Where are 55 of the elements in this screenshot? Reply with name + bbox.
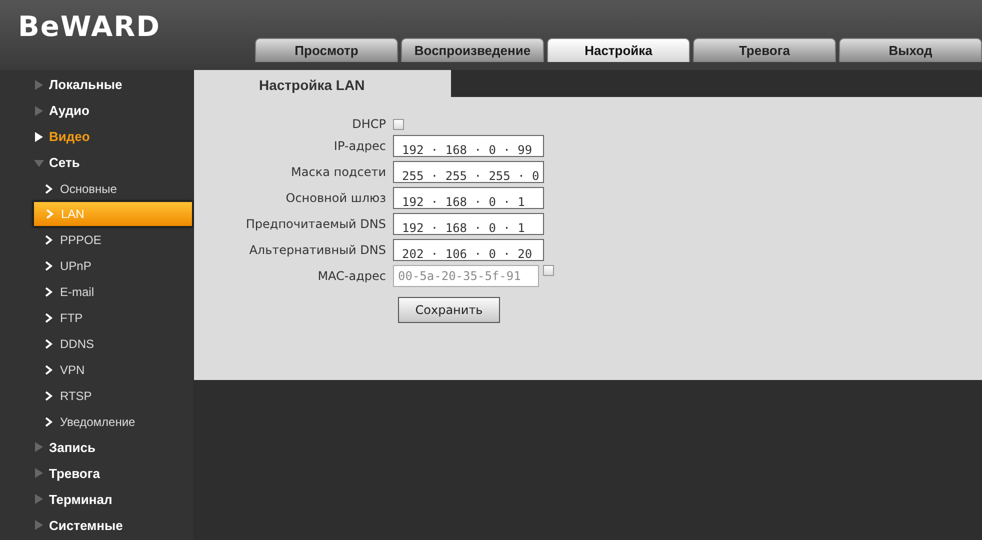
sidebar-subitem[interactable]: RTSP	[33, 382, 193, 409]
triangle-right-icon	[33, 441, 45, 454]
chevron-right-icon	[44, 287, 53, 298]
sidebar-subitem[interactable]: PPPOE	[33, 227, 193, 254]
ip-address-field[interactable]: 192 · 168 · 0 · 1	[393, 187, 544, 209]
field-label: Альтернативный DNS	[249, 243, 386, 257]
sidebar-item[interactable]: Сеть	[0, 150, 193, 176]
chevron-right-icon	[44, 416, 53, 427]
triangle-right-icon	[33, 467, 45, 480]
chevron-right-icon	[44, 312, 53, 323]
nav-tab[interactable]: Выход	[839, 38, 982, 62]
sidebar-subitem[interactable]: Уведомление	[33, 408, 193, 434]
chevron-right-icon	[44, 261, 53, 272]
panel-title: Настройка LAN	[194, 70, 451, 97]
field-label: Предпочитаемый DNS	[246, 217, 386, 231]
triangle-right-icon	[33, 104, 45, 117]
field-label: Маска подсети	[291, 165, 386, 179]
chevron-right-icon	[44, 235, 53, 246]
nav-tab[interactable]: Настройка	[547, 38, 690, 62]
sidebar-item[interactable]: Локальные	[0, 72, 193, 98]
triangle-right-icon	[33, 130, 45, 143]
sidebar-subitem[interactable]: FTP	[33, 305, 193, 331]
field-label: Основной шлюз	[286, 191, 386, 205]
sidebar-subitem[interactable]: VPN	[33, 356, 193, 383]
field-label: DHCP	[352, 117, 386, 131]
ip-address-field[interactable]: 202 · 106 · 0 · 20	[393, 239, 544, 261]
chevron-right-icon	[45, 209, 54, 220]
nav-tab[interactable]: Тревога	[693, 38, 836, 62]
sidebar-subitem[interactable]: DDNS	[33, 330, 193, 357]
sidebar-subitem[interactable]: Основные	[33, 176, 193, 202]
nav-tab[interactable]: Воспроизведение	[401, 38, 544, 62]
chevron-right-icon	[44, 364, 53, 375]
ip-address-field[interactable]: 192 · 168 · 0 · 1	[393, 213, 544, 235]
checkbox[interactable]	[393, 118, 404, 130]
sidebar-item[interactable]: Аудио	[0, 98, 193, 124]
nav-tab[interactable]: Просмотр	[255, 38, 398, 62]
ip-address-field[interactable]: 192 · 168 · 0 · 99	[393, 135, 544, 157]
chevron-right-icon	[44, 390, 53, 401]
triangle-right-icon	[33, 78, 45, 91]
save-button[interactable]: Сохранить	[398, 297, 500, 323]
triangle-right-icon	[33, 519, 45, 532]
ip-address-field[interactable]: 255 · 255 · 255 · 0	[393, 161, 544, 183]
chevron-right-icon	[44, 184, 53, 194]
sidebar-item[interactable]: Запись	[0, 434, 193, 460]
sidebar-item[interactable]: Системные	[0, 512, 193, 538]
field-label: IP-адрес	[334, 139, 386, 153]
sidebar-subitem[interactable]: UPnP	[33, 253, 193, 280]
field-label: MAC-адрес	[318, 269, 386, 283]
chevron-right-icon	[44, 338, 53, 349]
sidebar-item[interactable]: Тревога	[0, 460, 193, 486]
sidebar-item[interactable]: Видео	[0, 124, 193, 150]
logo: BeWARD	[18, 10, 162, 43]
triangle-right-icon	[33, 493, 45, 506]
sidebar-item[interactable]: Терминал	[0, 486, 193, 512]
sidebar-subitem[interactable]: E-mail	[33, 279, 193, 306]
